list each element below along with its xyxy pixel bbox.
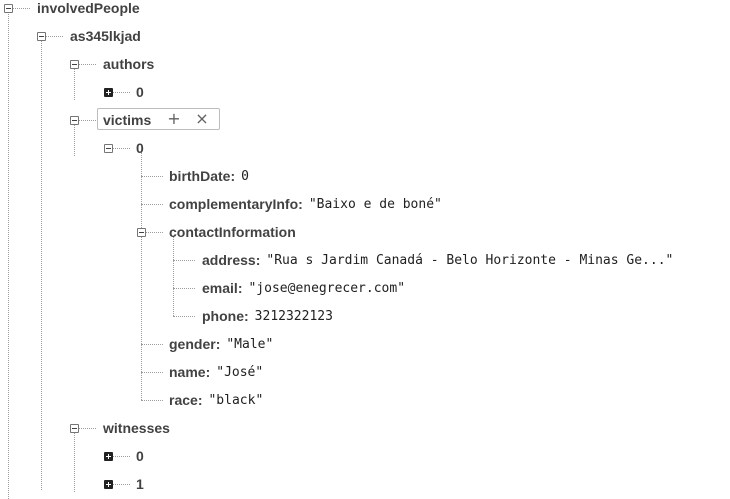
key-separator: : [255, 252, 261, 268]
expand-toggle-witnesses-1[interactable] [104, 480, 113, 489]
collapse-toggle-as345lkjad[interactable] [37, 32, 46, 41]
tree-guide [173, 288, 195, 289]
key-separator: : [237, 280, 243, 296]
expand-toggle-authors-0[interactable] [104, 88, 113, 97]
tree-guide [141, 204, 163, 205]
field-email[interactable]: email: "jose@enegrecer.com" [202, 278, 405, 298]
key-separator: : [197, 392, 203, 408]
key-separator: : [298, 196, 303, 212]
field-value[interactable]: 0 [241, 169, 249, 184]
node-key: victims [103, 112, 152, 128]
tree-guide [112, 456, 130, 457]
field-value[interactable]: 3212322123 [255, 309, 333, 324]
node-key: 0 [136, 140, 144, 156]
field-value[interactable]: "José" [216, 365, 263, 380]
expand-toggle-witnesses-0[interactable] [104, 452, 113, 461]
field-key: birthDate [169, 168, 231, 184]
delete-node-icon[interactable]: × [193, 110, 211, 128]
tree-guide [173, 316, 195, 317]
node-key: involvedPeople [37, 0, 140, 16]
tree-guide [173, 236, 174, 316]
tree-guide [112, 148, 130, 149]
tree-guide [78, 428, 96, 429]
collapse-toggle-involvedPeople[interactable] [4, 4, 13, 13]
collapse-toggle-victims-0[interactable] [104, 144, 113, 153]
tree-guide [74, 124, 75, 156]
tree-guide [112, 484, 130, 485]
collapse-toggle-contactInformation[interactable] [137, 228, 146, 237]
field-value[interactable]: "Male" [226, 337, 273, 352]
key-separator: : [205, 364, 211, 380]
field-address[interactable]: address: "Rua s Jardim Canadá - Belo Hori… [202, 250, 673, 270]
field-gender[interactable]: gender: "Male" [169, 334, 273, 354]
field-birthDate[interactable]: birthDate:0 [169, 166, 249, 186]
node-victims[interactable]: victims [103, 110, 151, 130]
node-key: 0 [136, 448, 144, 464]
node-key: witnesses [103, 420, 170, 436]
node-authors[interactable]: authors [103, 54, 154, 74]
tree-guide [112, 92, 130, 93]
field-key: name [169, 364, 206, 380]
key-separator: : [244, 308, 249, 324]
tree-guide [146, 232, 163, 233]
field-key: address [202, 252, 256, 268]
collapse-toggle-authors[interactable] [70, 60, 79, 69]
tree-guide [74, 432, 75, 492]
node-witnesses-1[interactable]: 1 [136, 474, 144, 494]
field-race[interactable]: race: "black" [169, 390, 263, 410]
tree-guide [141, 372, 163, 373]
node-key: contactInformation [169, 224, 296, 240]
tree-guide [173, 260, 195, 261]
field-complementaryInfo[interactable]: complementaryInfo: "Baixo e de boné" [169, 194, 442, 214]
node-key: 1 [136, 476, 144, 492]
field-key: complementaryInfo [169, 196, 299, 212]
field-value[interactable]: "Baixo e de boné" [309, 197, 442, 212]
field-value[interactable]: "black" [208, 393, 263, 408]
tree-guide [8, 12, 9, 499]
field-value[interactable]: "jose@enegrecer.com" [248, 281, 405, 296]
collapse-toggle-witnesses[interactable] [70, 424, 79, 433]
node-witnesses[interactable]: witnesses [103, 418, 170, 438]
field-key: gender [169, 336, 216, 352]
field-name[interactable]: name: "José" [169, 362, 263, 382]
tree-guide [141, 344, 163, 345]
node-involvedPeople[interactable]: involvedPeople [37, 0, 140, 18]
add-child-icon[interactable]: + [165, 110, 183, 128]
tree-guide [45, 36, 63, 37]
field-key: phone [202, 308, 244, 324]
field-key: email [202, 280, 238, 296]
node-key: as345lkjad [70, 28, 141, 44]
collapse-toggle-victims[interactable] [70, 116, 79, 125]
node-victims-0[interactable]: 0 [136, 138, 144, 158]
tree-guide [78, 120, 96, 121]
tree-guide [74, 68, 75, 100]
node-authors-0[interactable]: 0 [136, 82, 144, 102]
tree-guide [41, 40, 42, 490]
key-separator: : [230, 168, 236, 184]
node-key: 0 [136, 84, 144, 100]
tree-guide [78, 64, 96, 65]
tree-guide [141, 176, 163, 177]
field-phone[interactable]: phone:3212322123 [202, 306, 333, 326]
node-key: authors [103, 56, 155, 72]
field-value[interactable]: "Rua s Jardim Canadá - Belo Horizonte - … [266, 253, 673, 268]
node-witnesses-0[interactable]: 0 [136, 446, 144, 466]
field-key: race [169, 392, 198, 408]
node-contactInformation[interactable]: contactInformation [169, 222, 296, 242]
tree-guide [141, 152, 142, 400]
tree-guide [12, 8, 30, 9]
node-as345lkjad[interactable]: as345lkjad [70, 26, 141, 46]
tree-guide [141, 400, 163, 401]
key-separator: : [215, 336, 221, 352]
